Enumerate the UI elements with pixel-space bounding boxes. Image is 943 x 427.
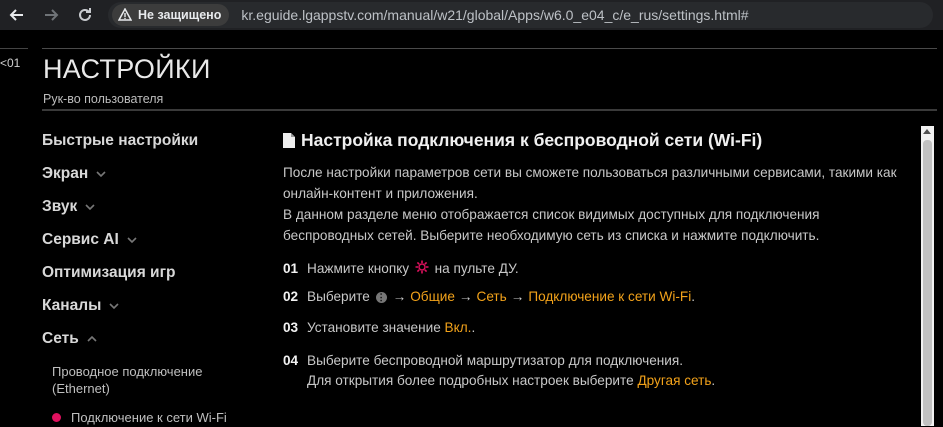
page-subtitle: Рук-во пользователя — [43, 92, 164, 106]
menu-path-wifi[interactable]: Подключение к сети Wi-Fi — [528, 289, 691, 304]
scrollbar[interactable] — [921, 126, 934, 426]
sidebar-item-label: Звук — [42, 198, 78, 215]
warning-icon — [118, 8, 132, 21]
address-bar[interactable]: Не защищено kr.eguide.lgappstv.com/manua… — [108, 2, 933, 28]
sidebar-item-network[interactable]: Сеть — [42, 330, 262, 363]
step-text: . — [691, 289, 696, 304]
sidebar-item-label: Сервис AI — [42, 231, 119, 248]
divider — [42, 48, 937, 49]
arrow-icon: → — [458, 289, 473, 304]
step-text: Выберите — [307, 289, 370, 304]
sidebar-subitem-wifi[interactable]: Подключение к сети Wi-Fi — [52, 407, 262, 427]
sidebar-item-channels[interactable]: Каналы — [42, 297, 262, 330]
divider — [42, 109, 937, 111]
sidebar-subitem-ethernet[interactable]: Проводное подключение (Ethernet) — [52, 363, 262, 407]
sidebar-item-label: Оптимизация игр — [42, 264, 176, 281]
arrow-icon: → — [392, 289, 407, 304]
section-heading: Настройка подключения к беспроводной сет… — [283, 127, 903, 153]
step-text: Выберите беспроводной маршрутизатор для … — [307, 353, 683, 368]
sidebar-item-label: Сеть — [42, 330, 79, 347]
prev-page-link[interactable]: <01 — [0, 56, 20, 70]
chevron-down-icon — [127, 237, 137, 244]
browser-toolbar: Не защищено kr.eguide.lgappstv.com/manua… — [0, 0, 943, 30]
security-chip[interactable]: Не защищено — [112, 4, 230, 26]
back-arrow-icon[interactable] — [4, 2, 30, 28]
chevron-down-icon — [96, 171, 106, 178]
step-text: Нажмите кнопку — [307, 261, 410, 276]
step-3: 03 Установите значение Вкл.. — [283, 320, 903, 335]
chevron-down-icon — [109, 303, 119, 310]
arrow-icon: → — [510, 289, 525, 304]
step-text: . — [471, 320, 476, 335]
more-icon: ⋮ — [375, 292, 387, 303]
step-text-line2: Для открытия более подробных настроек вы… — [307, 371, 715, 391]
sidebar: Быстрые настройки Экран Звук Сервис AI О… — [42, 132, 262, 427]
sidebar-item-sound[interactable]: Звук — [42, 198, 262, 231]
step-2: 02 Выберите ⋮ → Общие → Сеть → Подключение к с… — [283, 289, 903, 304]
step-text: на пульте ДУ. — [434, 261, 519, 276]
divider — [0, 48, 28, 49]
sidebar-item-label: Экран — [42, 165, 89, 182]
chevron-down-icon — [85, 204, 95, 211]
forward-arrow-icon[interactable] — [38, 2, 64, 28]
step-1: 01 Нажмите кнопку на пульте ДУ. — [283, 260, 903, 276]
step-text: Для открытия более подробных настроек вы… — [307, 373, 634, 388]
security-label: Не защищено — [138, 8, 222, 22]
intro-paragraph: После настройки параметров сети вы сможе… — [283, 162, 903, 246]
section-heading-text: Настройка подключения к беспроводной сет… — [301, 129, 763, 150]
active-indicator — [52, 412, 61, 422]
step-text: Установите значение — [307, 320, 441, 335]
sidebar-item-label: Каналы — [42, 297, 102, 314]
value-on[interactable]: Вкл. — [445, 320, 472, 335]
step-number: 04 — [283, 353, 299, 368]
reload-icon[interactable] — [72, 2, 98, 28]
sidebar-item-screen[interactable]: Экран — [42, 165, 262, 198]
gear-icon — [415, 260, 429, 274]
page-title: НАСТРОЙКИ — [43, 54, 211, 84]
step-text: . — [711, 373, 716, 388]
menu-path-network[interactable]: Сеть — [477, 289, 507, 304]
step-4: 04 Выберите беспроводной маршрутизатор д… — [283, 351, 903, 391]
step-number: 02 — [283, 289, 299, 304]
sidebar-item-label: Быстрые настройки — [42, 132, 199, 149]
document-icon — [283, 132, 295, 148]
step-number: 03 — [283, 320, 299, 335]
url-text[interactable]: kr.eguide.lgappstv.com/manual/w21/global… — [241, 7, 748, 23]
step-number: 01 — [283, 261, 299, 276]
paragraph-1: После настройки параметров сети вы сможе… — [283, 165, 897, 201]
main-content: Настройка подключения к беспроводной сет… — [283, 127, 903, 391]
page: <01 НАСТРОЙКИ Рук-во пользователя Быстры… — [0, 30, 943, 426]
chevron-up-icon — [87, 335, 97, 342]
other-network-link[interactable]: Другая сеть — [637, 373, 711, 388]
sidebar-item-quick-settings[interactable]: Быстрые настройки — [42, 132, 262, 165]
paragraph-2: В данном разделе меню отображается списо… — [283, 207, 820, 243]
scroll-up-arrow-icon[interactable] — [923, 129, 931, 134]
sidebar-item-ai-service[interactable]: Сервис AI — [42, 231, 262, 264]
scrollbar-thumb[interactable] — [923, 140, 932, 426]
menu-path-general[interactable]: Общие — [410, 289, 455, 304]
sidebar-item-game-optimization[interactable]: Оптимизация игр — [42, 264, 262, 297]
sidebar-subitem-label: Подключение к сети Wi-Fi — [71, 409, 227, 425]
